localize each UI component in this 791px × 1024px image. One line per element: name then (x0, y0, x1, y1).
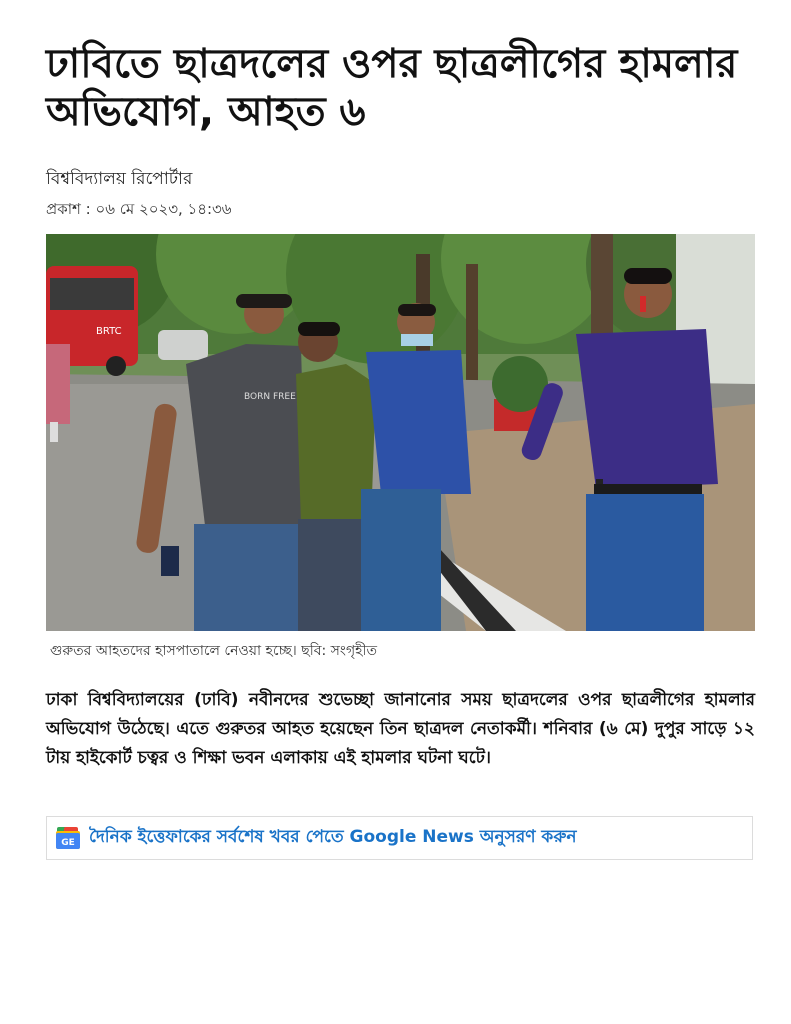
article-headline: ঢাবিতে ছাত্রদলের ওপর ছাত্রলীগের হামলার অ… (46, 41, 738, 135)
google-news-icon: GE (55, 825, 81, 851)
article-body: ঢাকা বিশ্ববিদ্যালয়ের (ঢাবি) নবীনদের শুভ… (46, 690, 755, 768)
photo-caption: গুরুতর আহতদের হাসপাতালে নেওয়া হচ্ছে। ছব… (50, 643, 377, 659)
follow-text[interactable]: দৈনিক ইত্তেফাকের সর্বশেষ খবর পেতে Google… (89, 824, 577, 852)
publish-time: প্রকাশ : ০৬ মে ২০২৩, ১৪:৩৬ (46, 200, 232, 218)
google-news-icon-text: GE (61, 838, 75, 848)
author-byline[interactable]: বিশ্ববিদ্যালয় রিপোর্টার (46, 166, 192, 194)
shirt-print: BORN FREE (244, 392, 296, 402)
bus-label: BRTC (96, 326, 122, 337)
google-news-follow-link[interactable]: GE দৈনিক ইত্তেফাকের সর্বশেষ খবর পেতে Goo… (46, 816, 753, 860)
article-photo: BRTC BORN FREE (46, 234, 755, 631)
